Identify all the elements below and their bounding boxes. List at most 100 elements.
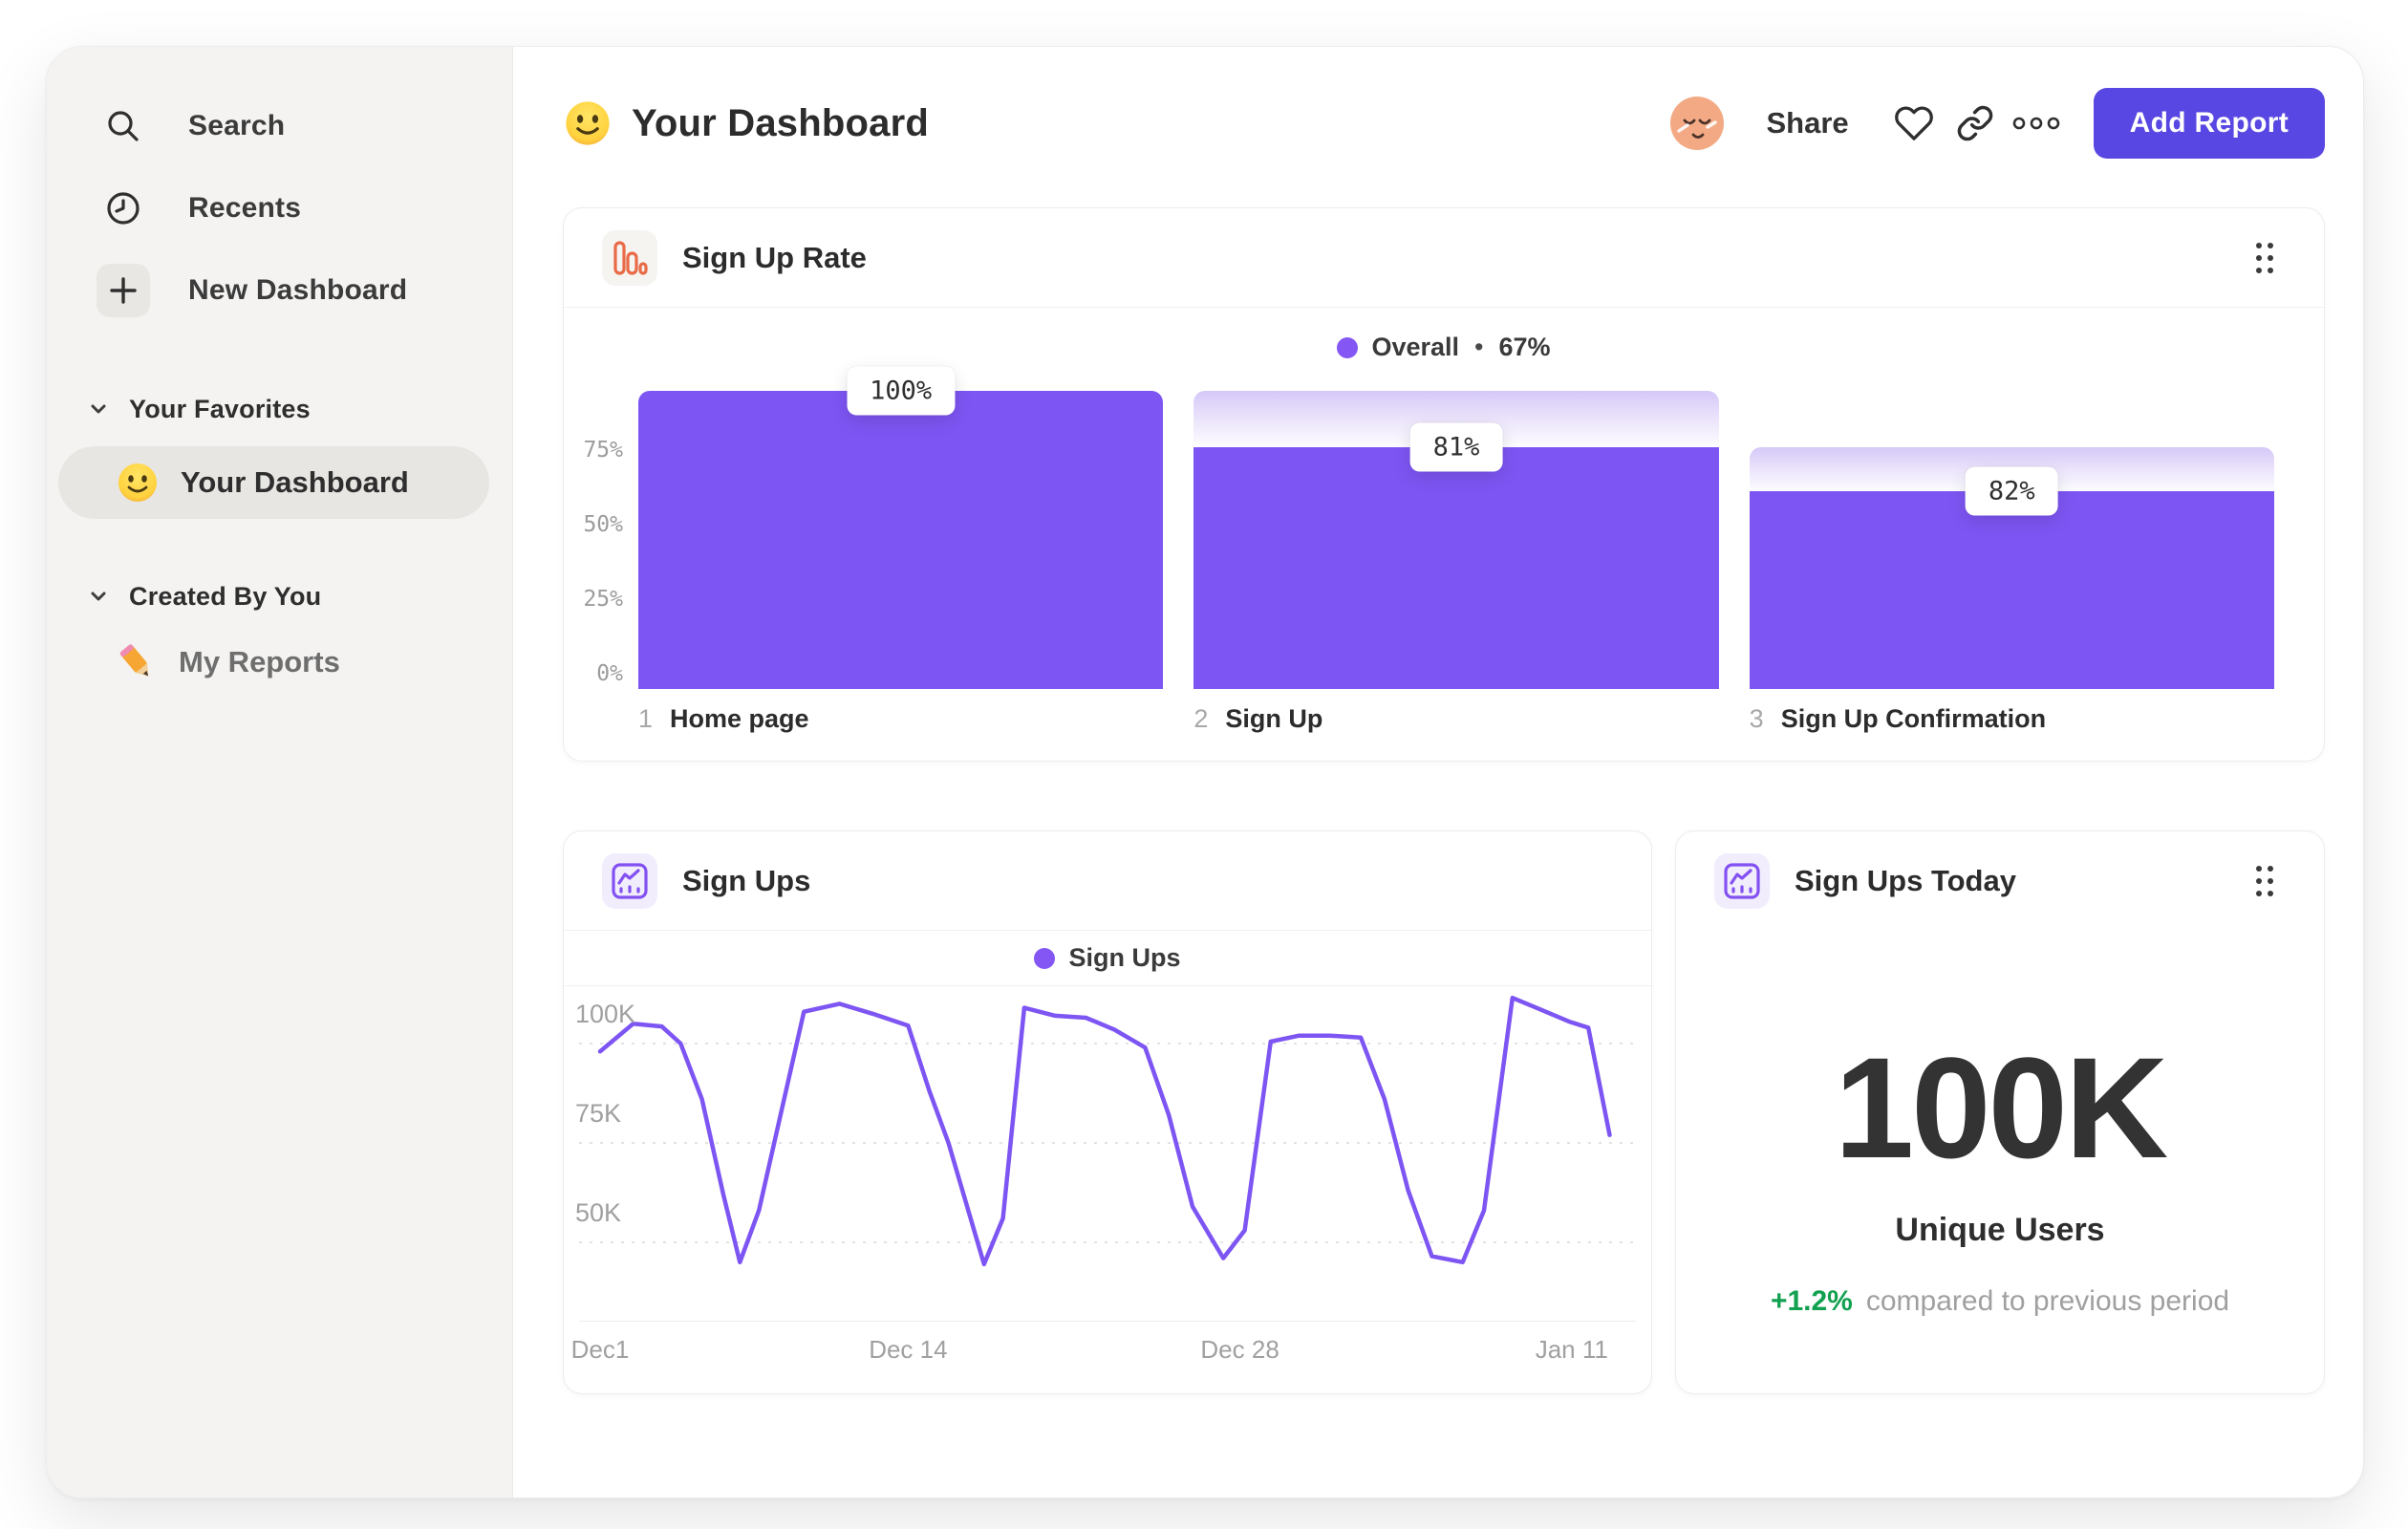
drag-handle-icon[interactable]	[2244, 237, 2286, 279]
share-button[interactable]: Share	[1767, 106, 1849, 140]
step-index: 3	[1749, 704, 1764, 733]
funnel-step-2: 81% 2 Sign Up	[1193, 391, 1719, 734]
legend-dot	[1034, 947, 1056, 969]
x-tick-label: Dec 14	[869, 1335, 948, 1364]
legend-separator: •	[1474, 333, 1484, 361]
x-tick-label: Dec1	[570, 1335, 630, 1364]
funnel-bar[interactable]	[638, 391, 1164, 689]
conversion-tooltip: 100%	[847, 366, 956, 416]
pencil-icon	[119, 644, 149, 677]
stat-label: Unique Users	[1895, 1212, 2105, 1248]
sign-ups-today-card-header: Sign Ups Today	[1676, 831, 2324, 931]
sidebar-item-label: Your Dashboard	[181, 465, 409, 499]
y-tick-label: 75%	[583, 438, 623, 463]
card-title: Sign Ups	[682, 863, 811, 897]
chevron-down-icon	[91, 592, 106, 601]
line-chart-svg	[579, 995, 1638, 1267]
created-by-you-section-header[interactable]: Created By You	[47, 572, 512, 620]
y-tick-label: 25%	[583, 587, 623, 612]
conversion-tooltip: 82%	[1965, 466, 2058, 516]
step-index: 2	[1193, 704, 1209, 733]
funnel-bar[interactable]	[1749, 490, 2274, 689]
legend-series-label: Sign Ups	[1068, 943, 1181, 972]
y-tick-label: 50%	[583, 512, 623, 537]
line-chart-icon	[1714, 853, 1770, 909]
chevron-down-icon	[91, 404, 106, 414]
card-title: Sign Up Rate	[682, 240, 867, 274]
sign-up-rate-card: Sign Up Rate Overall • 67% 75% 50% 25% 0% 1…	[563, 207, 2325, 762]
clock-icon	[97, 182, 150, 235]
x-tick-label: Dec 28	[1200, 1335, 1279, 1364]
step-index: 1	[638, 704, 654, 733]
sidebar-item-recents[interactable]: Recents	[47, 167, 512, 249]
section-label: Created By You	[129, 581, 322, 611]
conversion-tooltip: 81%	[1409, 422, 1503, 472]
sidebar: Search Recents New Dashboard Your Favori…	[47, 47, 513, 1497]
heart-icon	[1894, 106, 1933, 140]
sidebar-section-created-by-you: Created By You My Reports	[47, 572, 512, 699]
funnel-y-axis: 75% 50% 25% 0%	[564, 391, 638, 689]
y-tick-label: 50K	[575, 1198, 622, 1227]
legend-value: 67%	[1498, 333, 1551, 361]
section-label: Your Favorites	[129, 394, 311, 423]
copy-link-button[interactable]	[1945, 93, 2006, 154]
plus-icon	[97, 264, 150, 317]
link-icon	[1957, 105, 1992, 141]
funnel-chart: 75% 50% 25% 0% 100% 1 Home page 81% 2 Sign Up 82%…	[564, 366, 2324, 734]
funnel-step-3: 82% 3 Sign Up Confirmation	[1749, 391, 2274, 734]
y-tick-label: 100K	[575, 1000, 636, 1028]
bottom-row: Sign Ups Sign Ups 100K 75K 50K Dec1 Dec 14 D…	[563, 830, 2325, 1394]
step-name: Sign Up	[1225, 704, 1323, 733]
sign-ups-card-header: Sign Ups	[564, 831, 1651, 931]
card-title: Sign Ups Today	[1795, 864, 2016, 897]
stat-delta: +1.2%	[1770, 1285, 1853, 1317]
header-actions: Share Add Report	[1669, 88, 2325, 159]
stat-value: 100K	[1834, 1027, 2169, 1188]
dashboard-header: Your Dashboard Share Add Report	[563, 87, 2325, 160]
drag-handle-icon[interactable]	[2244, 860, 2286, 902]
step-name: Home page	[670, 704, 809, 733]
page-title: Your Dashboard	[632, 101, 929, 144]
sidebar-item-label: My Reports	[179, 645, 340, 678]
funnel-step-1: 100% 1 Home page	[638, 366, 1164, 734]
avatar[interactable]	[1669, 96, 1725, 151]
sidebar-section-favorites: Your Favorites Your Dashboard	[47, 385, 512, 519]
step-name: Sign Up Confirmation	[1780, 704, 2047, 733]
main-content: Your Dashboard Share Add Report Sign Up …	[513, 47, 2363, 1497]
stat-delta-note: compared to previous period	[1865, 1285, 2230, 1317]
funnel-bar[interactable]	[1193, 447, 1719, 689]
signups-line-series[interactable]	[597, 995, 1612, 1267]
y-tick-label: 75K	[575, 1099, 622, 1128]
app-window: Search Recents New Dashboard Your Favori…	[46, 46, 2364, 1498]
more-options-button[interactable]	[2006, 93, 2067, 154]
x-tick-label: Jan 11	[1535, 1335, 1608, 1364]
add-report-button[interactable]: Add Report	[2093, 88, 2325, 159]
y-tick-label: 0%	[596, 661, 623, 686]
sidebar-item-label: Search	[188, 110, 286, 141]
sign-ups-card: Sign Ups Sign Ups 100K 75K 50K Dec1 Dec 14 D…	[563, 830, 1652, 1394]
smiley-emoji-icon	[566, 101, 610, 145]
sidebar-item-search[interactable]: Search	[47, 85, 512, 167]
sidebar-item-label: New Dashboard	[188, 274, 408, 306]
ellipsis-icon	[2012, 117, 2059, 130]
line-legend: Sign Ups	[564, 931, 1651, 986]
sidebar-item-my-reports[interactable]: My Reports	[58, 626, 489, 699]
sidebar-item-your-dashboard[interactable]: Your Dashboard	[58, 446, 489, 519]
favorites-section-header[interactable]: Your Favorites	[47, 385, 512, 433]
sidebar-item-label: Recents	[188, 192, 302, 224]
legend-dot	[1337, 336, 1359, 358]
line-chart-plot: 100K 75K 50K	[575, 986, 1638, 1322]
sign-up-rate-card-header: Sign Up Rate	[564, 208, 2324, 308]
line-chart-icon	[602, 852, 657, 909]
line-chart-x-axis: Dec1 Dec 14 Dec 28 Jan 11	[571, 1329, 1636, 1373]
favorite-heart-button[interactable]	[1883, 93, 1945, 154]
smiley-emoji-icon	[118, 463, 157, 502]
funnel-step-label: 2 Sign Up	[1193, 704, 1718, 734]
legend-series-label: Overall	[1371, 333, 1460, 361]
funnel-step-label: 1 Home page	[638, 704, 1163, 734]
sidebar-item-new-dashboard[interactable]: New Dashboard	[47, 249, 512, 332]
stat-delta-row: +1.2% compared to previous period	[1676, 1285, 2324, 1318]
sign-ups-today-card: Sign Ups Today 100K Unique Users +1.2% c…	[1675, 830, 2325, 1394]
funnel-step-label: 3 Sign Up Confirmation	[1750, 704, 2274, 734]
funnel-legend: Overall • 67%	[564, 333, 2324, 362]
